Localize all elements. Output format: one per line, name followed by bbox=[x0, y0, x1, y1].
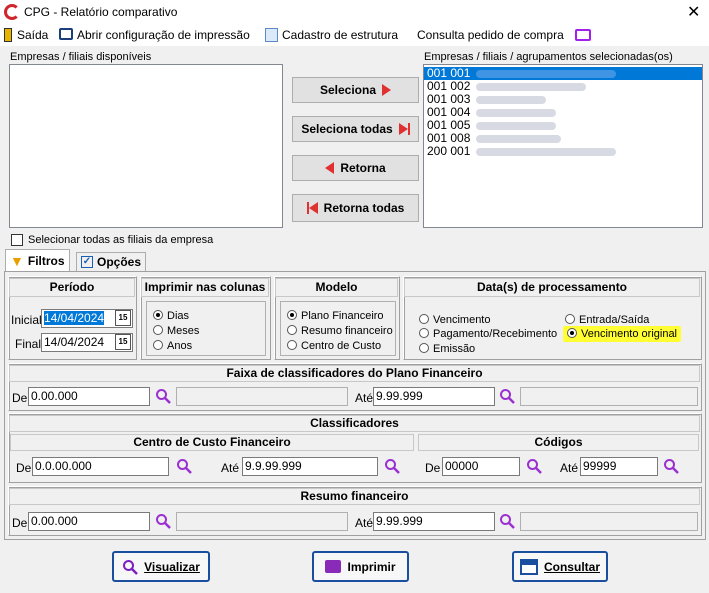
search-icon[interactable] bbox=[663, 458, 679, 474]
inicial-label: Inicial bbox=[11, 313, 42, 327]
codigos-ate-field[interactable]: 99999 bbox=[580, 457, 658, 476]
faixa-title: Faixa de classificadores do Plano Financ… bbox=[9, 365, 700, 382]
retorna-button[interactable]: Retorna bbox=[292, 155, 419, 181]
centro-ate-field[interactable]: 9.9.99.999 bbox=[242, 457, 378, 476]
imprimir-title: Imprimir nas colunas bbox=[141, 278, 269, 297]
arrow-right-end-icon bbox=[398, 123, 410, 135]
radio-centro-custo[interactable]: Centro de Custo bbox=[287, 340, 381, 352]
search-icon[interactable] bbox=[499, 388, 515, 404]
document-icon[interactable] bbox=[265, 28, 278, 42]
search-icon[interactable] bbox=[155, 513, 171, 529]
consulta-pedido-button[interactable]: Consulta pedido de compra bbox=[417, 28, 564, 42]
right-list-label: Empresas / filiais / agrupamentos seleci… bbox=[424, 51, 673, 63]
resumo-ate-label: Até bbox=[355, 516, 374, 530]
seleciona-todas-label: Seleciona todas bbox=[301, 122, 393, 136]
printer-icon[interactable] bbox=[59, 28, 73, 40]
visualizar-label: Visualizar bbox=[144, 559, 200, 574]
resumo-ate-desc bbox=[520, 512, 698, 531]
radio-resumo-financeiro[interactable]: Resumo financeiro bbox=[287, 325, 393, 337]
radio-vencimento[interactable]: Vencimento bbox=[419, 314, 490, 326]
radio-emissao[interactable]: Emissão bbox=[419, 343, 475, 355]
centro-ate-label: Até bbox=[221, 461, 240, 475]
centro-de-field[interactable]: 0.0.00.000 bbox=[32, 457, 169, 476]
search-icon[interactable] bbox=[176, 458, 192, 474]
datas-title: Data(s) de processamento bbox=[404, 278, 700, 297]
config-impressao-button[interactable]: Abrir configuração de impressão bbox=[77, 28, 250, 42]
faixa-ate-label: Até bbox=[355, 391, 374, 405]
tab-opcoes-label: Opções bbox=[97, 255, 142, 269]
faixa-de-label: De bbox=[12, 391, 28, 405]
retorna-todas-label: Retorna todas bbox=[323, 201, 405, 215]
imprimir-label: Imprimir bbox=[347, 559, 396, 574]
app-logo-icon bbox=[4, 4, 20, 20]
faixa-de-field[interactable]: 0.00.000 bbox=[28, 387, 150, 406]
tab-filtros[interactable]: ▼ Filtros bbox=[5, 249, 70, 271]
seleciona-button[interactable]: Seleciona bbox=[292, 77, 419, 103]
centro-title: Centro de Custo Financeiro bbox=[10, 434, 414, 451]
close-icon[interactable]: ✕ bbox=[687, 2, 700, 22]
centro-de-label: De bbox=[16, 461, 32, 475]
search-icon[interactable] bbox=[384, 458, 400, 474]
imprimir-button[interactable]: Imprimir bbox=[312, 551, 409, 582]
resumo-de-field[interactable]: 0.00.000 bbox=[28, 512, 150, 531]
radio-anos[interactable]: Anos bbox=[153, 340, 192, 352]
consultar-button[interactable]: Consultar bbox=[512, 551, 608, 582]
faixa-ate-field[interactable]: 9.99.999 bbox=[373, 387, 495, 406]
printer-icon bbox=[325, 560, 342, 573]
seleciona-todas-button[interactable]: Seleciona todas bbox=[292, 116, 419, 142]
list-item[interactable]: 200 001 bbox=[424, 145, 702, 158]
visualizar-button[interactable]: Visualizar bbox=[112, 551, 210, 582]
seleciona-label: Seleciona bbox=[319, 83, 377, 97]
radio-meses[interactable]: Meses bbox=[153, 325, 199, 337]
radio-entrada-saida[interactable]: Entrada/Saída bbox=[565, 314, 649, 326]
classificadores-title: Classificadores bbox=[9, 415, 700, 432]
retorna-label: Retorna bbox=[340, 161, 386, 175]
resumo-de-desc bbox=[176, 512, 348, 531]
tab-filtros-label: Filtros bbox=[27, 253, 65, 268]
codigos-de-label: De bbox=[425, 461, 441, 475]
search-icon bbox=[123, 559, 138, 575]
window-title: CPG - Relatório comparativo bbox=[24, 5, 178, 19]
retorna-todas-button[interactable]: Retorna todas bbox=[292, 194, 419, 222]
radio-plano-financeiro[interactable]: Plano Financeiro bbox=[287, 310, 384, 322]
faixa-ate-desc bbox=[520, 387, 698, 406]
arrow-right-icon bbox=[382, 84, 392, 96]
final-label: Final bbox=[15, 337, 42, 351]
search-icon[interactable] bbox=[499, 513, 515, 529]
faixa-de-desc bbox=[176, 387, 348, 406]
left-list-label: Empresas / filiais disponíveis bbox=[10, 51, 152, 63]
resumo-de-label: De bbox=[12, 516, 28, 530]
resumo-title: Resumo financeiro bbox=[9, 488, 700, 505]
calendar-icon[interactable]: 15 bbox=[115, 334, 131, 350]
codigos-de-field[interactable]: 00000 bbox=[442, 457, 520, 476]
modelo-title: Modelo bbox=[275, 278, 398, 297]
check-icon: ✓ bbox=[81, 256, 93, 268]
search-icon[interactable] bbox=[526, 458, 542, 474]
available-list[interactable] bbox=[9, 64, 283, 228]
select-all-checkbox[interactable] bbox=[11, 234, 23, 246]
codigos-ate-label: Até bbox=[560, 461, 579, 475]
search-icon[interactable] bbox=[155, 388, 171, 404]
monitor-icon[interactable] bbox=[575, 29, 591, 41]
arrow-left-end-icon bbox=[306, 202, 318, 214]
consultar-label: Consultar bbox=[543, 559, 600, 574]
tab-opcoes[interactable]: ✓ Opções bbox=[76, 252, 147, 271]
codigos-title: Códigos bbox=[418, 434, 699, 451]
cadastro-estrutura-button[interactable]: Cadastro de estrutura bbox=[282, 28, 398, 42]
saida-button[interactable]: Saída bbox=[17, 28, 48, 42]
exit-icon[interactable] bbox=[4, 28, 12, 42]
table-search-icon bbox=[519, 558, 538, 575]
radio-dias[interactable]: Dias bbox=[153, 310, 189, 322]
select-all-label: Selecionar todas as filiais da empresa bbox=[28, 234, 214, 246]
periodo-title: Período bbox=[9, 278, 135, 297]
arrow-left-icon bbox=[325, 162, 335, 174]
calendar-icon[interactable]: 15 bbox=[115, 310, 131, 326]
filter-icon: ▼ bbox=[10, 252, 24, 269]
radio-pagamento[interactable]: Pagamento/Recebimento bbox=[419, 328, 557, 340]
radio-vencimento-original[interactable]: Vencimento original bbox=[563, 326, 682, 342]
resumo-ate-field[interactable]: 9.99.999 bbox=[373, 512, 495, 531]
selected-list[interactable]: 001 001 001 002 001 003 001 004 001 005 … bbox=[423, 64, 703, 228]
